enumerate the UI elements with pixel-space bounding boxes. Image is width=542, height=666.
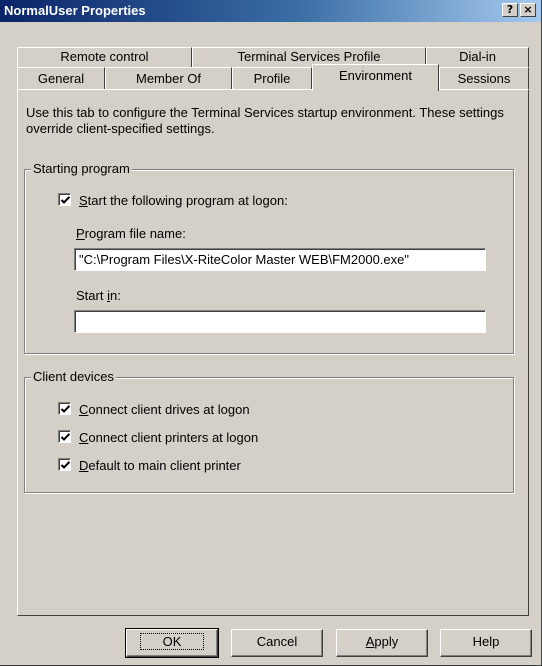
check-icon	[60, 433, 71, 441]
start-program-label[interactable]: Start the following program at logon:	[79, 193, 288, 208]
tab-general[interactable]: General	[17, 67, 105, 89]
check-icon	[60, 196, 71, 204]
connect-printers-label[interactable]: Connect client printers at logon	[79, 430, 258, 445]
program-file-name-label: Program file name:	[76, 226, 186, 241]
tab-dial-in[interactable]: Dial-in	[426, 47, 529, 67]
start-in-input[interactable]	[74, 310, 486, 333]
default-printer-label[interactable]: Default to main client printer	[79, 458, 241, 473]
program-file-name-input[interactable]: "C:\Program Files\X-RiteColor Master WEB…	[74, 248, 486, 271]
connect-drives-label[interactable]: Connect client drives at logon	[79, 402, 250, 417]
help-button[interactable]: ?	[502, 3, 518, 17]
check-icon	[60, 405, 71, 413]
window-title: NormalUser Properties	[4, 3, 146, 18]
check-icon	[60, 461, 71, 469]
tab-profile[interactable]: Profile	[232, 67, 312, 89]
start-program-checkbox[interactable]	[58, 193, 71, 206]
start-in-label: Start in:	[76, 288, 121, 303]
cancel-button[interactable]: Cancel	[231, 629, 323, 657]
tab-member-of[interactable]: Member Of	[105, 67, 232, 89]
close-button[interactable]: ×	[520, 3, 536, 17]
starting-program-label: Starting program	[31, 161, 132, 176]
connect-printers-checkbox[interactable]	[58, 430, 71, 443]
tab-environment[interactable]: Environment	[312, 64, 439, 91]
tab-sessions[interactable]: Sessions	[439, 67, 529, 89]
default-printer-checkbox[interactable]	[58, 458, 71, 471]
properties-dialog: NormalUser Properties ? × Remote control…	[0, 0, 542, 666]
client-devices-label: Client devices	[31, 369, 116, 384]
connect-drives-checkbox[interactable]	[58, 402, 71, 415]
apply-button[interactable]: Apply	[336, 629, 428, 657]
help-dialog-button[interactable]: Help	[440, 629, 532, 657]
title-bar[interactable]: NormalUser Properties ? ×	[0, 0, 541, 22]
ok-button[interactable]: OK	[125, 628, 219, 658]
description-text: Use this tab to configure the Terminal S…	[26, 105, 504, 136]
tab-remote-control[interactable]: Remote control	[17, 47, 192, 67]
